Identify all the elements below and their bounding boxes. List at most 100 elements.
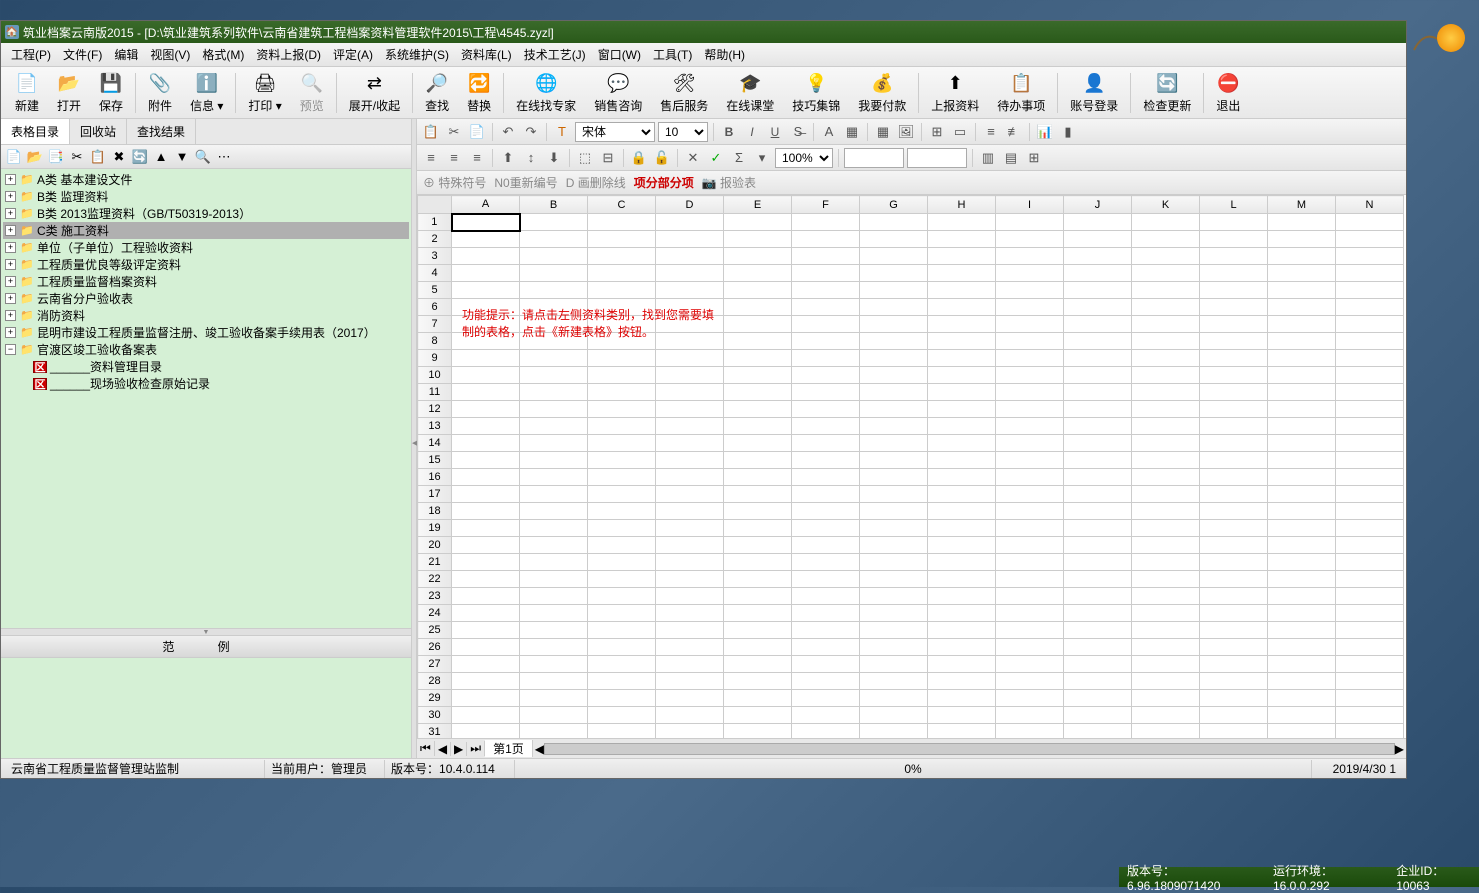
cell-M11[interactable] — [1268, 384, 1336, 401]
cell-L11[interactable] — [1200, 384, 1268, 401]
cell-N2[interactable] — [1336, 231, 1404, 248]
toolbar-账号登录[interactable]: 👤账号登录 — [1062, 69, 1126, 117]
toolbar-销售咨询[interactable]: 💬销售咨询 — [586, 69, 650, 117]
cell-H17[interactable] — [928, 486, 996, 503]
cell-C21[interactable] — [588, 554, 656, 571]
cell-N31[interactable] — [1336, 724, 1404, 739]
cell-C22[interactable] — [588, 571, 656, 588]
cell-J24[interactable] — [1064, 605, 1132, 622]
cell-E1[interactable] — [724, 214, 792, 231]
tree-item-2[interactable]: +📁B类 2013监理资料（GB/T50319-2013） — [3, 205, 409, 222]
cell-E16[interactable] — [724, 469, 792, 486]
cell-L7[interactable] — [1200, 316, 1268, 333]
cell-J8[interactable] — [1064, 333, 1132, 350]
cell-N14[interactable] — [1336, 435, 1404, 452]
sheet-corner[interactable] — [418, 196, 452, 214]
toolbar-技巧集锦[interactable]: 💡技巧集锦 — [784, 69, 848, 117]
sheet-last-icon[interactable]: ⏭ — [467, 741, 485, 756]
tree-item-1[interactable]: +📁B类 监理资料 — [3, 188, 409, 205]
cell-H11[interactable] — [928, 384, 996, 401]
cell-N6[interactable] — [1336, 299, 1404, 316]
cell-F30[interactable] — [792, 707, 860, 724]
cell-I23[interactable] — [996, 588, 1064, 605]
row-8[interactable]: 8 — [418, 333, 452, 350]
cell-I13[interactable] — [996, 418, 1064, 435]
cell-F12[interactable] — [792, 401, 860, 418]
cell-G23[interactable] — [860, 588, 928, 605]
cell-G14[interactable] — [860, 435, 928, 452]
cell-K30[interactable] — [1132, 707, 1200, 724]
cell-E22[interactable] — [724, 571, 792, 588]
row-2[interactable]: 2 — [418, 231, 452, 248]
cell-G9[interactable] — [860, 350, 928, 367]
cell-H16[interactable] — [928, 469, 996, 486]
row-27[interactable]: 27 — [418, 656, 452, 673]
col-C[interactable]: C — [588, 196, 656, 214]
cell-G4[interactable] — [860, 265, 928, 282]
cell-D28[interactable] — [656, 673, 724, 690]
cell-E10[interactable] — [724, 367, 792, 384]
cell-F14[interactable] — [792, 435, 860, 452]
sheet-tab-1[interactable]: 第1页 — [485, 740, 533, 757]
cell-B19[interactable] — [520, 520, 588, 537]
cell-B4[interactable] — [520, 265, 588, 282]
cell-A4[interactable] — [452, 265, 520, 282]
cell-E23[interactable] — [724, 588, 792, 605]
col-D[interactable]: D — [656, 196, 724, 214]
cell-E4[interactable] — [724, 265, 792, 282]
cell-C3[interactable] — [588, 248, 656, 265]
cell-K28[interactable] — [1132, 673, 1200, 690]
row-11[interactable]: 11 — [418, 384, 452, 401]
cell-G18[interactable] — [860, 503, 928, 520]
cell-H29[interactable] — [928, 690, 996, 707]
cell-B29[interactable] — [520, 690, 588, 707]
menu-item-1[interactable]: 文件(F) — [57, 44, 108, 65]
cell-K19[interactable] — [1132, 520, 1200, 537]
cell-C9[interactable] — [588, 350, 656, 367]
font-icon[interactable]: T — [552, 122, 572, 142]
toolbar-待办事项[interactable]: 📋待办事项 — [989, 69, 1053, 117]
color-box-1[interactable] — [844, 148, 904, 168]
cell-C23[interactable] — [588, 588, 656, 605]
cell-I10[interactable] — [996, 367, 1064, 384]
cell-B12[interactable] — [520, 401, 588, 418]
cell-L16[interactable] — [1200, 469, 1268, 486]
cell-H14[interactable] — [928, 435, 996, 452]
cell-B2[interactable] — [520, 231, 588, 248]
zoom-select[interactable]: 100% — [775, 148, 833, 168]
cell-D13[interactable] — [656, 418, 724, 435]
unlock-icon[interactable]: 🔓 — [652, 148, 672, 168]
row-29[interactable]: 29 — [418, 690, 452, 707]
tree-open-icon[interactable]: 📂 — [26, 148, 44, 166]
cell-G15[interactable] — [860, 452, 928, 469]
cell-G11[interactable] — [860, 384, 928, 401]
tree-item-9[interactable]: +📁昆明市建设工程质量监督注册、竣工验收备案手续用表（2017） — [3, 324, 409, 341]
cell-H30[interactable] — [928, 707, 996, 724]
cell-I22[interactable] — [996, 571, 1064, 588]
cell-M18[interactable] — [1268, 503, 1336, 520]
sub-item-0[interactable]: ⊕ 特殊符号 — [423, 174, 486, 191]
cell-K6[interactable] — [1132, 299, 1200, 316]
cell-F16[interactable] — [792, 469, 860, 486]
cell-N7[interactable] — [1336, 316, 1404, 333]
bgcolor-icon[interactable]: ▦ — [842, 122, 862, 142]
h-scrollbar[interactable]: ◀▶ — [533, 741, 1406, 757]
cell-G2[interactable] — [860, 231, 928, 248]
valign-top-icon[interactable]: ⬆ — [498, 148, 518, 168]
cell-B6[interactable] — [520, 299, 588, 316]
cell-C11[interactable] — [588, 384, 656, 401]
del-col-icon[interactable]: ▤ — [1001, 148, 1021, 168]
cell-A3[interactable] — [452, 248, 520, 265]
expand-icon[interactable]: + — [5, 327, 16, 338]
cell-B10[interactable] — [520, 367, 588, 384]
toolbar-附件[interactable]: 📎附件 — [140, 69, 180, 117]
row-14[interactable]: 14 — [418, 435, 452, 452]
toolbar-保存[interactable]: 💾保存 — [91, 69, 131, 117]
menu-item-11[interactable]: 工具(T) — [647, 44, 698, 65]
cell-A17[interactable] — [452, 486, 520, 503]
left-tab-0[interactable]: 表格目录 — [1, 119, 70, 144]
row-23[interactable]: 23 — [418, 588, 452, 605]
col-G[interactable]: G — [860, 196, 928, 214]
tree-child-10-0[interactable]: 区______资料管理目录 — [3, 358, 409, 375]
cell-N20[interactable] — [1336, 537, 1404, 554]
